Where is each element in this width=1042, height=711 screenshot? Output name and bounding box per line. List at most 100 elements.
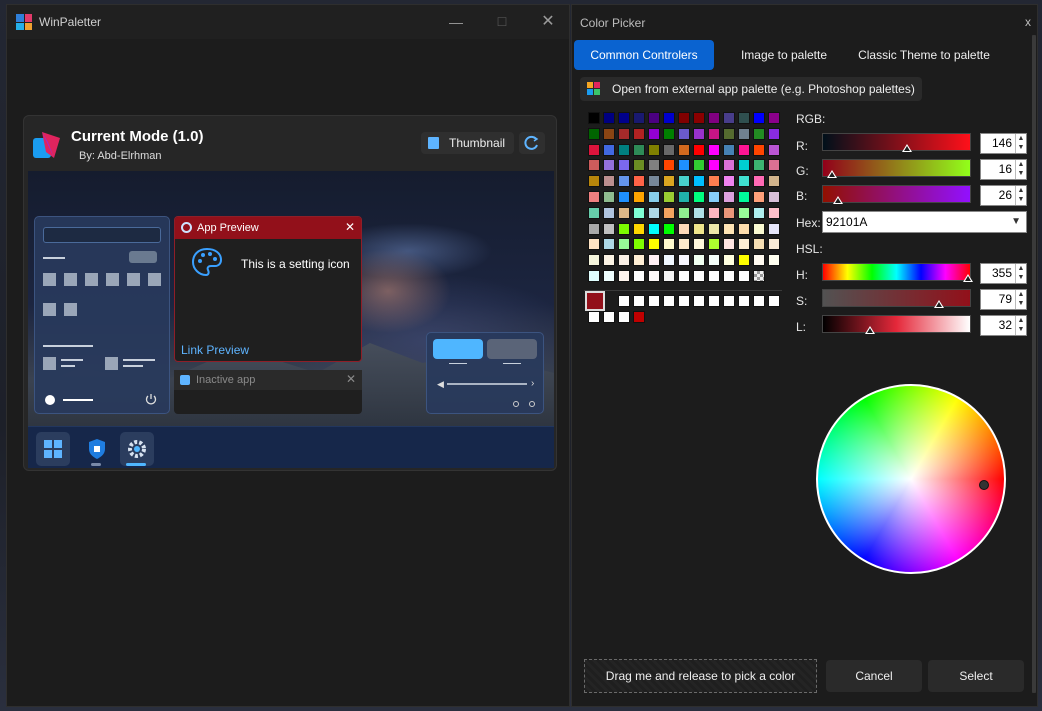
slider-thumb[interactable] bbox=[962, 274, 973, 282]
palette-color-swatch[interactable] bbox=[618, 143, 630, 156]
palette-color-swatch[interactable] bbox=[753, 222, 765, 235]
palette-color-swatch[interactable] bbox=[603, 159, 615, 172]
palette-color-swatch[interactable] bbox=[663, 112, 675, 124]
palette-color-swatch[interactable] bbox=[708, 143, 720, 156]
b-value-input[interactable]: 26 ▲ ▼ bbox=[980, 185, 1027, 206]
palette-color-swatch[interactable] bbox=[603, 270, 615, 282]
palette-color-swatch[interactable] bbox=[768, 191, 780, 203]
palette-color-swatch[interactable] bbox=[738, 238, 750, 251]
palette-color-swatch[interactable] bbox=[618, 112, 630, 124]
palette-color-swatch[interactable] bbox=[723, 270, 735, 282]
palette-color-swatch[interactable] bbox=[678, 206, 690, 219]
palette-color-swatch[interactable] bbox=[693, 143, 705, 156]
custom-color-swatch[interactable] bbox=[618, 311, 630, 323]
r-value-input[interactable]: 146 ▲ ▼ bbox=[980, 133, 1027, 154]
palette-color-swatch[interactable] bbox=[618, 270, 630, 282]
palette-color-swatch[interactable] bbox=[738, 270, 750, 282]
b-slider[interactable] bbox=[822, 185, 971, 204]
palette-color-swatch[interactable] bbox=[603, 254, 615, 267]
palette-color-swatch[interactable] bbox=[723, 222, 735, 235]
palette-color-swatch[interactable] bbox=[723, 127, 735, 140]
custom-color-swatch[interactable] bbox=[753, 295, 765, 307]
palette-color-swatch[interactable] bbox=[723, 206, 735, 219]
b-spinner[interactable]: ▲ ▼ bbox=[1015, 186, 1026, 205]
color-wheel[interactable] bbox=[816, 384, 1006, 574]
palette-color-swatch[interactable] bbox=[738, 112, 750, 124]
palette-color-swatch[interactable] bbox=[648, 175, 660, 188]
palette-color-swatch[interactable] bbox=[618, 191, 630, 203]
palette-color-swatch[interactable] bbox=[708, 238, 720, 251]
palette-color-swatch[interactable] bbox=[768, 127, 780, 140]
custom-color-swatch[interactable] bbox=[708, 295, 720, 307]
s-slider[interactable] bbox=[822, 289, 971, 308]
palette-color-swatch[interactable] bbox=[678, 112, 690, 124]
custom-color-swatch[interactable] bbox=[633, 311, 645, 323]
palette-color-swatch[interactable] bbox=[768, 175, 780, 188]
palette-color-swatch[interactable] bbox=[678, 143, 690, 156]
eyedropper-drag-area[interactable]: Drag me and release to pick a color bbox=[584, 659, 817, 693]
palette-color-swatch[interactable] bbox=[753, 175, 765, 188]
palette-color-swatch[interactable] bbox=[663, 159, 675, 172]
palette-color-swatch[interactable] bbox=[753, 270, 765, 282]
slider-thumb[interactable] bbox=[902, 144, 913, 152]
palette-color-swatch[interactable] bbox=[708, 270, 720, 282]
palette-color-swatch[interactable] bbox=[648, 238, 660, 251]
palette-color-swatch[interactable] bbox=[738, 222, 750, 235]
palette-color-swatch[interactable] bbox=[693, 254, 705, 267]
palette-color-swatch[interactable] bbox=[588, 222, 600, 235]
palette-color-swatch[interactable] bbox=[738, 206, 750, 219]
custom-color-swatch[interactable] bbox=[678, 295, 690, 307]
palette-color-swatch[interactable] bbox=[678, 159, 690, 172]
palette-color-swatch[interactable] bbox=[633, 159, 645, 172]
palette-color-swatch[interactable] bbox=[633, 270, 645, 282]
palette-color-swatch[interactable] bbox=[708, 222, 720, 235]
custom-color-swatch[interactable] bbox=[693, 295, 705, 307]
palette-color-swatch[interactable] bbox=[603, 112, 615, 124]
palette-color-swatch[interactable] bbox=[648, 112, 660, 124]
palette-color-swatch[interactable] bbox=[708, 191, 720, 203]
palette-color-swatch[interactable] bbox=[648, 127, 660, 140]
palette-color-swatch[interactable] bbox=[693, 191, 705, 203]
palette-color-swatch[interactable] bbox=[663, 206, 675, 219]
palette-color-swatch[interactable] bbox=[603, 206, 615, 219]
custom-color-swatch[interactable] bbox=[588, 311, 600, 323]
palette-color-swatch[interactable] bbox=[723, 254, 735, 267]
g-value-input[interactable]: 16 ▲ ▼ bbox=[980, 159, 1027, 180]
palette-color-swatch[interactable] bbox=[693, 270, 705, 282]
palette-color-swatch[interactable] bbox=[663, 143, 675, 156]
tab-common-controlers[interactable]: Common Controlers bbox=[574, 40, 714, 70]
scrollbar[interactable] bbox=[1032, 35, 1036, 693]
palette-color-swatch[interactable] bbox=[648, 159, 660, 172]
select-button[interactable]: Select bbox=[928, 660, 1024, 692]
palette-color-swatch[interactable] bbox=[738, 159, 750, 172]
palette-color-swatch[interactable] bbox=[693, 127, 705, 140]
palette-color-swatch[interactable] bbox=[738, 127, 750, 140]
palette-color-swatch[interactable] bbox=[633, 191, 645, 203]
palette-color-swatch[interactable] bbox=[588, 143, 600, 156]
close-button[interactable]: x bbox=[1025, 15, 1031, 29]
palette-color-swatch[interactable] bbox=[753, 191, 765, 203]
palette-color-swatch[interactable] bbox=[663, 191, 675, 203]
palette-color-swatch[interactable] bbox=[603, 127, 615, 140]
palette-color-swatch[interactable] bbox=[723, 112, 735, 124]
palette-color-swatch[interactable] bbox=[648, 206, 660, 219]
palette-color-swatch[interactable] bbox=[663, 254, 675, 267]
r-spinner[interactable]: ▲ ▼ bbox=[1015, 134, 1026, 153]
palette-color-swatch[interactable] bbox=[693, 238, 705, 251]
maximize-button[interactable]: ☐ bbox=[479, 5, 525, 39]
hex-input[interactable]: 92101A ▼ bbox=[822, 211, 1027, 233]
palette-color-swatch[interactable] bbox=[603, 222, 615, 235]
palette-color-swatch[interactable] bbox=[678, 127, 690, 140]
g-spinner[interactable]: ▲ ▼ bbox=[1015, 160, 1026, 179]
palette-color-swatch[interactable] bbox=[648, 191, 660, 203]
palette-color-swatch[interactable] bbox=[693, 112, 705, 124]
palette-color-swatch[interactable] bbox=[768, 206, 780, 219]
palette-color-swatch[interactable] bbox=[753, 238, 765, 251]
palette-color-swatch[interactable] bbox=[663, 222, 675, 235]
palette-color-swatch[interactable] bbox=[753, 206, 765, 219]
slider-thumb[interactable] bbox=[934, 300, 945, 308]
h-spinner[interactable]: ▲ ▼ bbox=[1015, 264, 1026, 283]
palette-color-swatch[interactable] bbox=[618, 206, 630, 219]
custom-color-swatch[interactable] bbox=[768, 295, 780, 307]
palette-color-swatch[interactable] bbox=[678, 270, 690, 282]
